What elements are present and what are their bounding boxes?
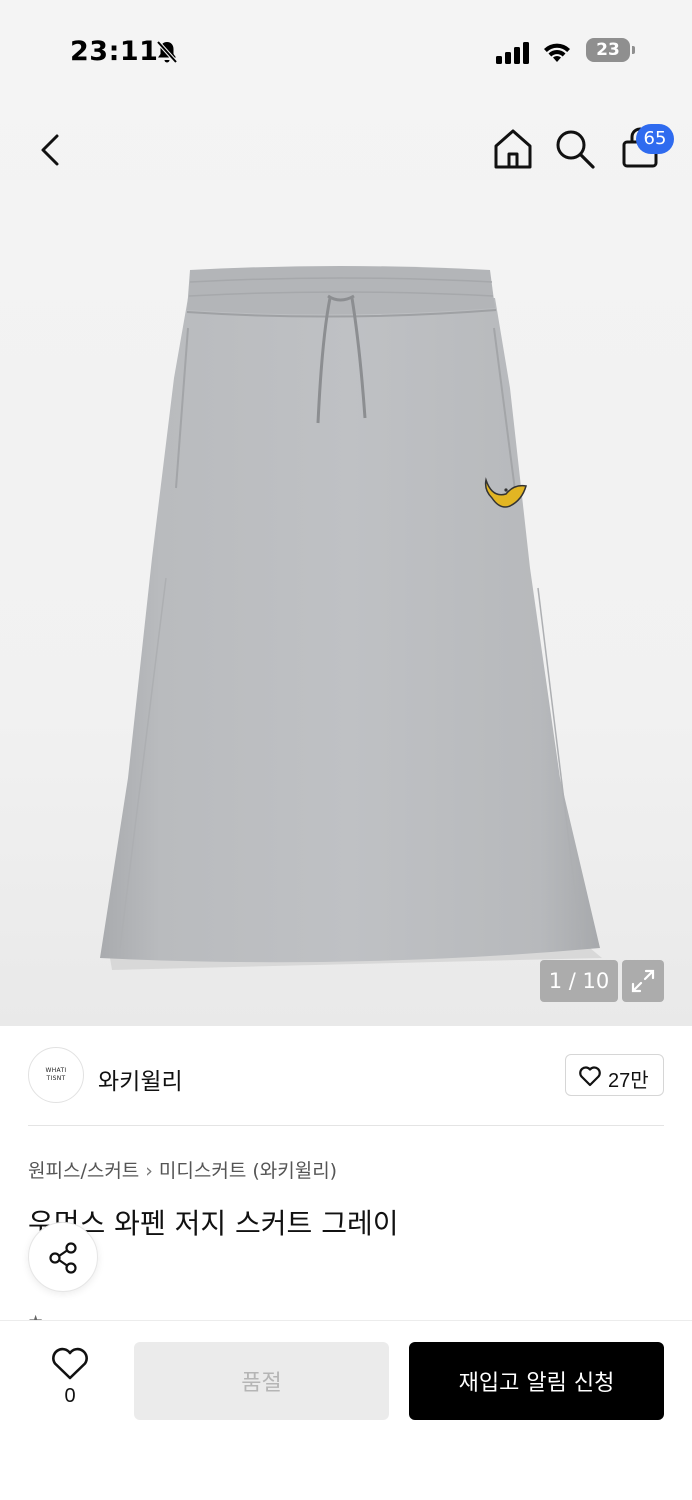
battery-level: 23 bbox=[596, 40, 620, 60]
brand-logo[interactable]: WHATI TISNT bbox=[28, 1047, 84, 1103]
wish-count: 0 bbox=[64, 1385, 76, 1407]
product-image[interactable] bbox=[90, 258, 610, 988]
chevron-left-icon bbox=[41, 134, 59, 166]
wish-button[interactable]: 0 bbox=[30, 1345, 110, 1415]
heart-icon bbox=[52, 1347, 88, 1380]
expand-icon bbox=[631, 969, 655, 993]
brand-like-count: 27만 bbox=[608, 1070, 649, 1092]
product-gallery[interactable]: 23:11 23 65 1 / 10 bbox=[0, 0, 692, 1026]
share-icon bbox=[49, 1242, 77, 1274]
brand-logo-text-1: WHATI bbox=[45, 1067, 67, 1074]
battery-tip bbox=[632, 46, 635, 54]
fullscreen-button[interactable] bbox=[622, 960, 664, 1002]
cellular-signal-icon bbox=[496, 42, 529, 64]
breadcrumb-subcategory[interactable]: 미디스커트 (와키윌리) bbox=[159, 1160, 337, 1182]
heart-icon bbox=[579, 1066, 601, 1087]
home-icon bbox=[494, 129, 532, 169]
brand-row: WHATI TISNT 와키윌리 27만 bbox=[0, 1026, 692, 1126]
brand-like-button[interactable]: 27만 bbox=[565, 1054, 664, 1096]
share-button[interactable] bbox=[28, 1222, 98, 1292]
status-bar: 23:11 23 bbox=[0, 28, 692, 76]
status-time: 23:11 bbox=[70, 36, 159, 67]
restock-alert-button[interactable]: 재입고 알림 신청 bbox=[409, 1342, 664, 1420]
brand-name[interactable]: 와키윌리 bbox=[98, 1062, 183, 1096]
soldout-button[interactable]: 품절 bbox=[134, 1342, 389, 1420]
home-button[interactable] bbox=[490, 126, 536, 172]
bell-muted-icon bbox=[156, 40, 178, 64]
search-icon bbox=[556, 130, 595, 169]
back-button[interactable] bbox=[30, 128, 70, 172]
bottom-action-bar: 0 품절 재입고 알림 신청 bbox=[0, 1320, 692, 1500]
breadcrumb-category[interactable]: 원피스/스커트 bbox=[28, 1160, 139, 1182]
battery-icon: 23 bbox=[586, 38, 630, 62]
breadcrumb: 원피스/스커트 › 미디스커트 (와키윌리) bbox=[28, 1156, 337, 1183]
wifi-icon bbox=[544, 43, 570, 62]
cart-count-badge: 65 bbox=[636, 124, 674, 154]
image-counter: 1 / 10 bbox=[540, 960, 618, 1002]
brand-logo-text-2: TISNT bbox=[46, 1075, 66, 1082]
search-button[interactable] bbox=[552, 126, 598, 172]
chevron-right-icon: › bbox=[145, 1160, 153, 1182]
divider bbox=[28, 1125, 664, 1126]
